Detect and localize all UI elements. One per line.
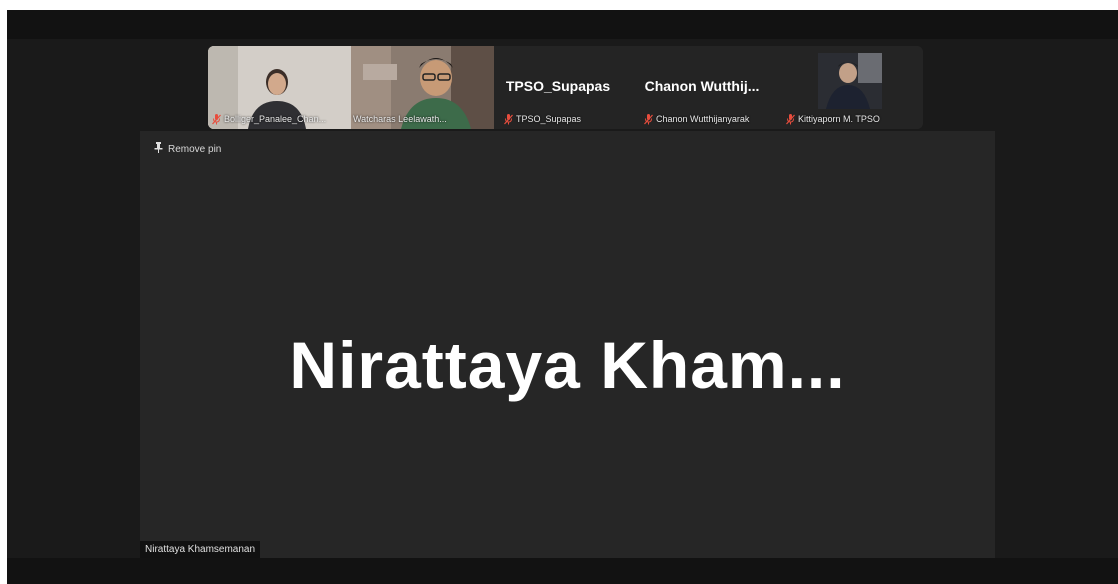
meeting-window: Bolliger_Panalee_Chan... Watcharas Leela…	[7, 10, 1118, 584]
muted-mic-icon	[504, 114, 513, 125]
participant-name-4: Chanon Wutthijanyarak	[644, 113, 749, 126]
participant-label: TPSO_Supapas	[516, 114, 582, 124]
pinned-participant-display-name: Nirattaya Kham...	[289, 328, 846, 402]
participant-name-5: Kittiyaporn M. TPSO	[786, 113, 880, 126]
bottom-bar	[7, 558, 1118, 584]
muted-mic-icon	[786, 114, 795, 125]
participant-display-name: TPSO_Supapas	[505, 78, 611, 94]
participant-tile-4[interactable]: Chanon Wutthij... Chanon Wutthijanyarak	[622, 46, 782, 129]
participant-label: Watcharas Leelawath...	[353, 114, 447, 124]
remove-pin-label: Remove pin	[168, 143, 222, 155]
participant-name-3: TPSO_Supapas	[504, 113, 581, 126]
participant-label: Bolliger_Panalee_Chan...	[224, 114, 327, 124]
participant-tile-1[interactable]: Bolliger_Panalee_Chan...	[208, 46, 351, 129]
participant-display-name: Chanon Wutthij...	[644, 78, 760, 94]
participant-video-5	[818, 53, 882, 109]
participant-tile-3[interactable]: TPSO_Supapas TPSO_Supapas	[494, 46, 622, 129]
participant-strip: Bolliger_Panalee_Chan... Watcharas Leela…	[208, 46, 923, 129]
remove-pin-button[interactable]: Remove pin	[154, 139, 221, 159]
muted-mic-icon	[644, 114, 653, 125]
pinned-participant-label: Nirattaya Khamsemanan	[140, 541, 261, 558]
participant-tile-5[interactable]: Kittiyaporn M. TPSO	[782, 46, 923, 129]
participant-name-1: Bolliger_Panalee_Chan...	[212, 113, 326, 126]
participant-label: Kittiyaporn M. TPSO	[798, 114, 880, 124]
participant-name-2: Watcharas Leelawath...	[353, 113, 447, 126]
pin-icon	[154, 142, 163, 156]
participant-label: Chanon Wutthijanyarak	[656, 114, 750, 124]
top-bar	[7, 10, 1118, 39]
pinned-speaker-stage[interactable]: Remove pin Nirattaya Kham... Nirattaya K…	[140, 131, 995, 558]
participant-tile-2[interactable]: Watcharas Leelawath...	[351, 46, 494, 129]
muted-mic-icon	[212, 114, 221, 125]
